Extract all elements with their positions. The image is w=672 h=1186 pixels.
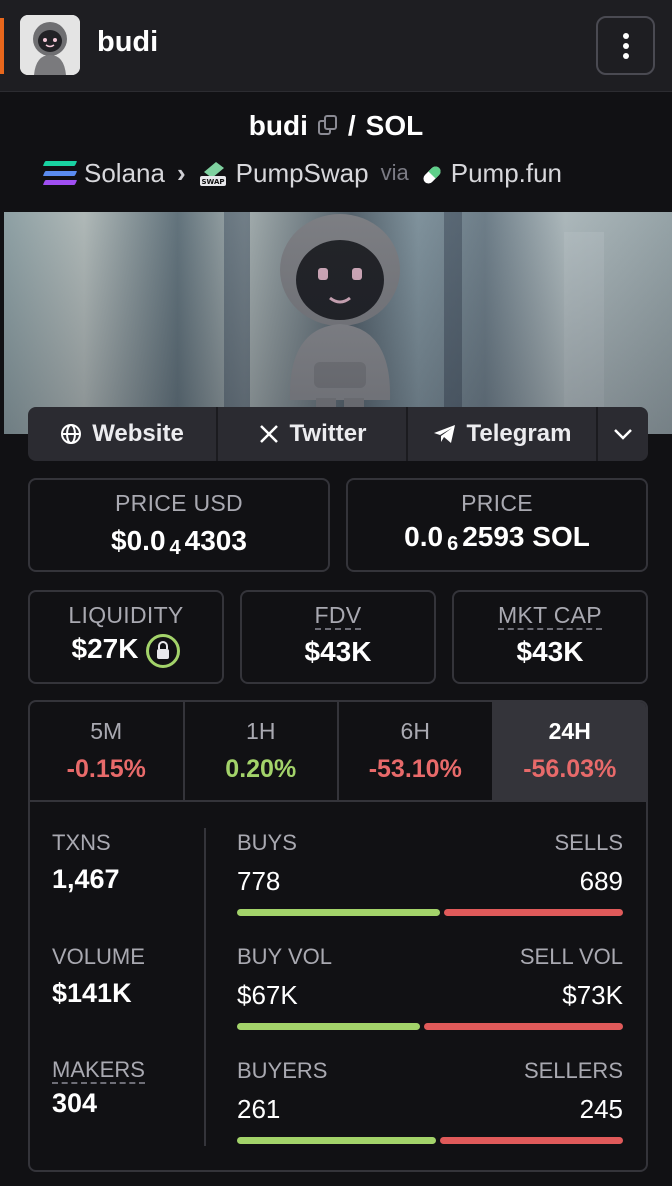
buy-bar-fill bbox=[237, 909, 440, 916]
buy-vol-label: BUY VOL bbox=[237, 944, 332, 969]
pair-separator: / bbox=[347, 110, 356, 141]
more-menu-button[interactable] bbox=[596, 16, 655, 75]
sell-bar-fill bbox=[444, 909, 623, 916]
pill-icon bbox=[421, 162, 443, 184]
tab-6h[interactable]: 6H -53.10% bbox=[339, 702, 494, 800]
buys-label: BUYS bbox=[237, 830, 297, 855]
via-label: via bbox=[380, 160, 409, 185]
mkt-cap-value: $43K bbox=[516, 636, 584, 667]
sellers-label: SELLERS bbox=[523, 1058, 623, 1083]
txns-value: 1,467 bbox=[52, 864, 120, 894]
liquidity-value: $27K bbox=[30, 633, 222, 668]
header-bar: budi bbox=[0, 0, 672, 92]
mkt-cap-card: MKT CAP $43K bbox=[452, 590, 648, 684]
tab-5m[interactable]: 5M -0.15% bbox=[30, 702, 185, 800]
buyers-value: 261 bbox=[237, 1094, 281, 1124]
price-usd-label: PRICE USD bbox=[115, 490, 243, 516]
twitter-link-button[interactable]: Twitter bbox=[218, 407, 408, 461]
stats-panel: 5M -0.15% 1H 0.20% 6H -53.10% 24H -56.03… bbox=[28, 700, 648, 1172]
header-title: budi bbox=[97, 26, 159, 58]
mkt-cap-label[interactable]: MKT CAP bbox=[498, 602, 602, 630]
sell-bar-fill bbox=[424, 1023, 623, 1030]
x-logo-icon bbox=[259, 425, 278, 443]
makers-metric: MAKERS 304 bbox=[52, 1058, 145, 1119]
fdv-label[interactable]: FDV bbox=[314, 602, 362, 630]
buys-value: 778 bbox=[237, 866, 281, 896]
buyers-sellers-bar bbox=[237, 1137, 623, 1144]
pumpswap-logo-icon: SWAP bbox=[198, 158, 228, 188]
fdv-value: $43K bbox=[304, 636, 372, 667]
price-native-value: 0.0 6 2593 SOL bbox=[404, 521, 590, 555]
svg-text:SWAP: SWAP bbox=[201, 178, 224, 186]
sells-value: 689 bbox=[579, 866, 623, 896]
buyers-label: BUYERS bbox=[237, 1058, 328, 1083]
more-links-button[interactable] bbox=[598, 407, 648, 461]
pair-title: budi / SOL bbox=[0, 110, 672, 142]
sell-bar-fill bbox=[440, 1137, 623, 1144]
makers-label[interactable]: MAKERS bbox=[52, 1058, 145, 1084]
sellers-value: 245 bbox=[579, 1094, 623, 1124]
route-breadcrumb: Solana › SWAP PumpSwap via Pump.fun bbox=[42, 156, 562, 190]
buyers-sellers-split: BUYERS SELLERS 261 245 bbox=[237, 1058, 623, 1144]
volume-metric: VOLUME $141K bbox=[52, 944, 145, 1009]
buys-sells-split: BUYS SELLS 778 689 bbox=[237, 830, 623, 916]
sells-label: SELLS bbox=[554, 830, 624, 855]
column-divider bbox=[204, 828, 206, 1146]
tab-1h[interactable]: 1H 0.20% bbox=[185, 702, 339, 800]
liquidity-label: LIQUIDITY bbox=[68, 602, 184, 628]
website-link-button[interactable]: Website bbox=[28, 407, 218, 461]
token-banner-image bbox=[4, 212, 672, 434]
volume-bar bbox=[237, 1023, 623, 1030]
telegram-icon bbox=[433, 425, 455, 443]
telegram-label: Telegram bbox=[466, 420, 572, 447]
chevron-right-icon: › bbox=[176, 157, 186, 188]
txns-label: TXNS bbox=[52, 830, 111, 855]
liquidity-card: LIQUIDITY $27K bbox=[28, 590, 224, 684]
base-symbol: budi bbox=[248, 110, 308, 141]
buy-bar-fill bbox=[237, 1023, 420, 1030]
price-usd-value: $0.0 4 4303 bbox=[111, 525, 247, 559]
sell-vol-label: SELL VOL bbox=[519, 944, 623, 969]
globe-icon bbox=[61, 424, 82, 444]
pair-info: budi / SOL Solana › SWAP PumpSwap via Pu… bbox=[0, 92, 672, 212]
volume-split: BUY VOL SELL VOL $67K $73K bbox=[237, 944, 623, 1030]
makers-value: 304 bbox=[52, 1088, 98, 1118]
buy-bar-fill bbox=[237, 1137, 436, 1144]
chevron-down-icon bbox=[614, 429, 632, 440]
copy-icon[interactable] bbox=[317, 115, 338, 137]
launchpad-link[interactable]: Pump.fun bbox=[451, 158, 562, 189]
website-label: Website bbox=[92, 420, 184, 447]
chain-link[interactable]: Solana bbox=[84, 158, 165, 189]
token-avatar[interactable] bbox=[20, 15, 80, 75]
timeframe-tabs: 5M -0.15% 1H 0.20% 6H -53.10% 24H -56.03… bbox=[30, 702, 646, 802]
price-usd-card: PRICE USD $0.0 4 4303 bbox=[28, 478, 330, 572]
volume-value: $141K bbox=[52, 978, 132, 1008]
kebab-icon bbox=[622, 31, 629, 61]
buys-sells-bar bbox=[237, 909, 623, 916]
social-links: Website Twitter Telegram bbox=[28, 407, 648, 461]
twitter-label: Twitter bbox=[289, 420, 367, 447]
volume-label: VOLUME bbox=[52, 944, 145, 969]
txns-metric: TXNS 1,467 bbox=[52, 830, 120, 895]
dex-link[interactable]: PumpSwap bbox=[236, 158, 369, 189]
lock-icon[interactable] bbox=[146, 633, 181, 668]
telegram-link-button[interactable]: Telegram bbox=[408, 407, 598, 461]
fdv-card: FDV $43K bbox=[240, 590, 436, 684]
quote-symbol: SOL bbox=[365, 110, 424, 141]
solana-logo-icon bbox=[42, 161, 78, 185]
price-native-label: PRICE bbox=[461, 490, 533, 516]
accent-strip bbox=[0, 18, 4, 74]
sell-vol-value: $73K bbox=[562, 980, 623, 1010]
tab-24h[interactable]: 24H -56.03% bbox=[493, 702, 646, 800]
price-native-card: PRICE 0.0 6 2593 SOL bbox=[346, 478, 648, 572]
buy-vol-value: $67K bbox=[237, 980, 298, 1010]
